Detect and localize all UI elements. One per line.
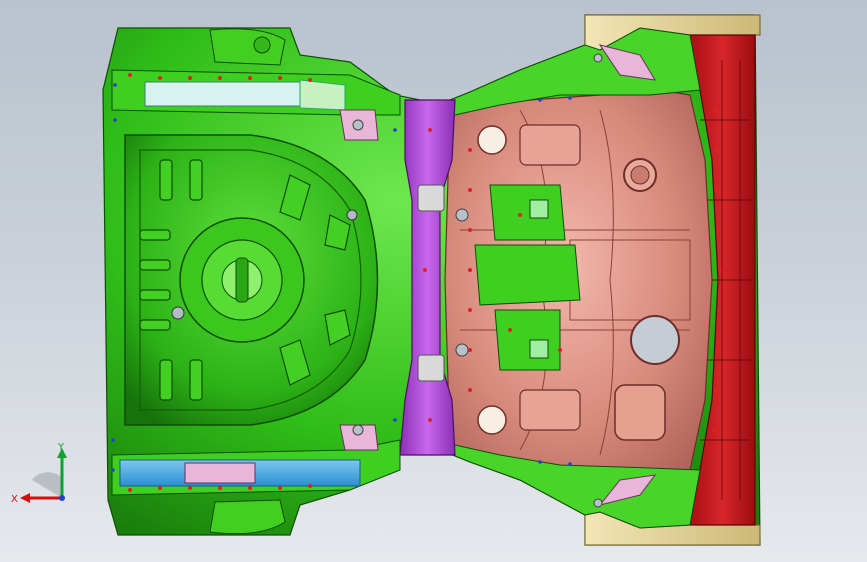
triad-plane-icon xyxy=(32,472,62,498)
z-axis-dot xyxy=(59,495,65,501)
floor-access-hole xyxy=(630,315,680,365)
3d-viewport[interactable]: Y X xyxy=(0,0,867,562)
car-body-floor-model[interactable] xyxy=(0,0,867,562)
coordinate-triad: Y X xyxy=(11,442,67,505)
y-axis-label: Y xyxy=(57,442,65,453)
x-axis-label: X xyxy=(11,494,18,505)
